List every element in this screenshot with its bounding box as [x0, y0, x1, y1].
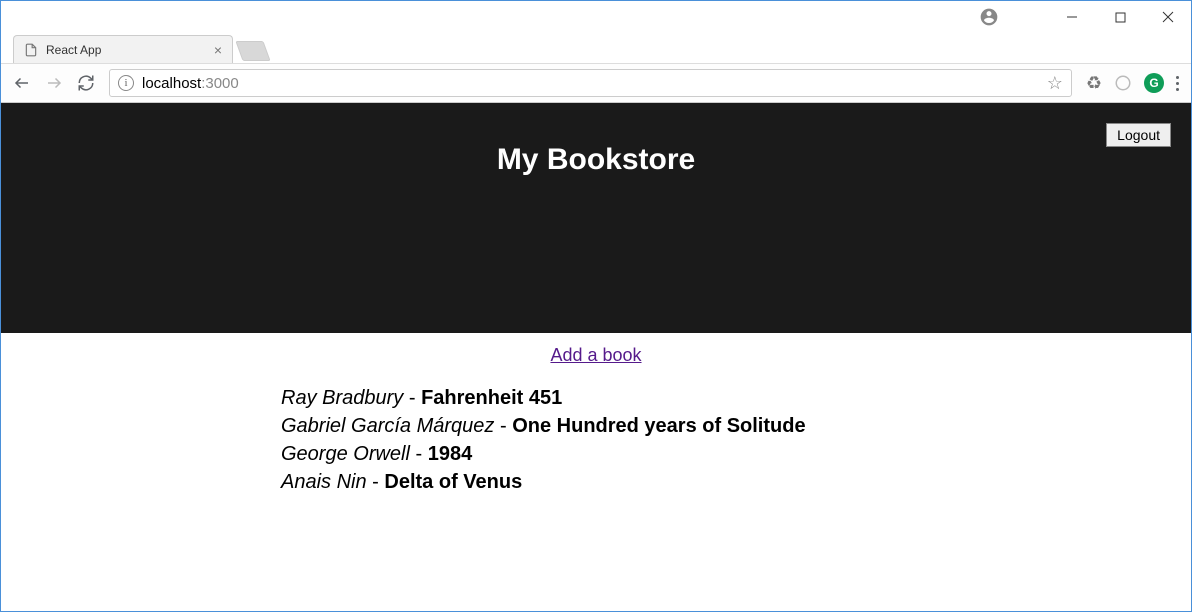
address-bar[interactable]: i localhost:3000 ☆ [109, 69, 1072, 97]
page-content: Logout My Bookstore Add a book Ray Bradb… [1, 103, 1191, 611]
bookmark-star-icon[interactable]: ☆ [1047, 73, 1063, 94]
tab-close-button[interactable]: × [214, 42, 222, 58]
book-title: Fahrenheit 451 [421, 387, 562, 409]
tab-title: React App [46, 43, 206, 57]
page-title: My Bookstore [1, 143, 1191, 177]
separator: - [410, 443, 428, 465]
window-titlebar [1, 1, 1191, 33]
url-port: :3000 [201, 75, 239, 92]
add-link-row: Add a book [1, 333, 1191, 384]
logout-button[interactable]: Logout [1106, 123, 1171, 147]
book-author: Ray Bradbury [281, 387, 403, 409]
separator: - [403, 387, 421, 409]
browser-window: React App × i localhost:3000 ☆ ♻ G [0, 0, 1192, 612]
url-host: localhost [142, 75, 201, 92]
window-minimize-button[interactable] [1057, 2, 1087, 32]
list-item: Ray Bradbury - Fahrenheit 451 [281, 384, 1191, 412]
new-tab-button[interactable] [235, 41, 270, 61]
book-title: Delta of Venus [384, 471, 522, 493]
url-text: localhost:3000 [142, 75, 239, 92]
forward-button[interactable] [45, 74, 63, 92]
book-title: 1984 [428, 443, 473, 465]
browser-toolbar: i localhost:3000 ☆ ♻ G [1, 63, 1191, 103]
app-header: Logout My Bookstore [1, 103, 1191, 333]
reload-button[interactable] [77, 74, 95, 92]
list-item: George Orwell - 1984 [281, 440, 1191, 468]
book-author: Gabriel García Márquez [281, 415, 494, 437]
book-title: One Hundred years of Solitude [512, 415, 805, 437]
recycle-icon[interactable]: ♻ [1086, 73, 1102, 94]
extension-icon[interactable] [1114, 74, 1132, 92]
book-author: George Orwell [281, 443, 410, 465]
list-item: Gabriel García Márquez - One Hundred yea… [281, 412, 1191, 440]
window-maximize-button[interactable] [1105, 2, 1135, 32]
browser-tab[interactable]: React App × [13, 35, 233, 63]
page-icon [24, 43, 38, 57]
add-book-link[interactable]: Add a book [550, 345, 641, 365]
book-list: Ray Bradbury - Fahrenheit 451 Gabriel Ga… [1, 384, 1191, 496]
browser-menu-button[interactable] [1176, 76, 1179, 91]
separator: - [367, 471, 385, 493]
grammarly-icon[interactable]: G [1144, 73, 1164, 93]
tab-strip: React App × [1, 33, 1191, 63]
back-button[interactable] [13, 74, 31, 92]
site-info-icon[interactable]: i [118, 75, 134, 91]
account-icon[interactable] [979, 7, 999, 27]
book-author: Anais Nin [281, 471, 367, 493]
window-close-button[interactable] [1153, 2, 1183, 32]
list-item: Anais Nin - Delta of Venus [281, 468, 1191, 496]
separator: - [494, 415, 512, 437]
